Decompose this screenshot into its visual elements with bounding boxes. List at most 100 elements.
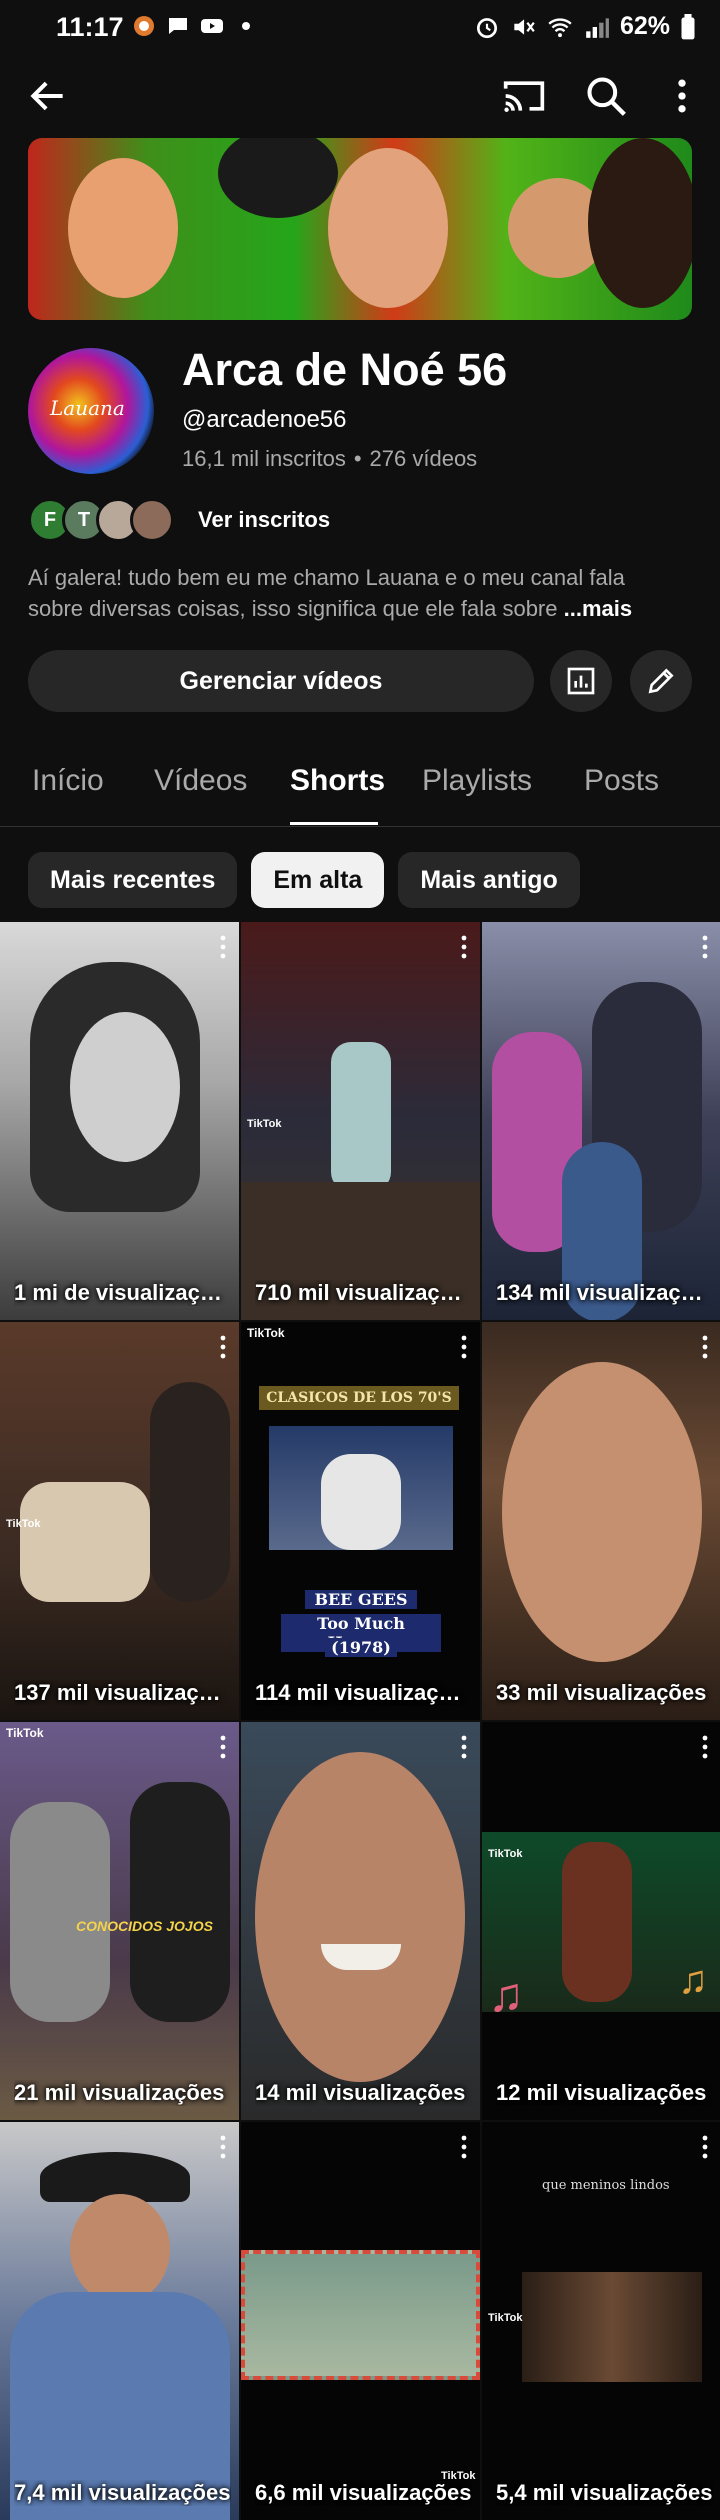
short-more-icon[interactable] [460,2134,468,2160]
short-tile[interactable]: 7,4 mil visualizações [0,2122,239,2520]
tiktok-watermark: TikTok [6,1726,44,1740]
active-tab-indicator [290,822,378,825]
thumbnail-figure [321,1454,401,1550]
tiktok-watermark: TikTok [247,1118,282,1130]
thumbnail-frame [241,2250,480,2380]
short-views: 710 mil visualizações [255,1280,472,1305]
tab-inicio[interactable]: Início [32,764,104,798]
search-icon[interactable] [584,74,628,118]
short-tile[interactable]: que meninos lindos TikTok 5,4 mil visual… [482,2122,720,2520]
overlay-caption: que meninos lindos [542,2178,670,2193]
description-more-link[interactable]: ...mais [564,596,632,621]
tab-videos[interactable]: Vídeos [154,764,247,798]
short-views: 137 mil visualizações [14,1680,231,1705]
thumbnail-frame [522,2272,702,2382]
short-tile[interactable]: TikTok 137 mil visualizações [0,1322,239,1720]
channel-avatar[interactable]: Lauana [28,348,154,474]
banner-face-2 [218,138,338,218]
short-more-icon[interactable] [701,934,709,960]
video-count: 276 vídeos [369,446,478,471]
short-tile[interactable]: TikTok CONOCIDOS JOJOS 21 mil visualizaç… [0,1722,239,2120]
short-more-icon[interactable] [701,1334,709,1360]
short-tile[interactable]: TikTok 710 mil visualizações [241,922,480,1320]
short-views: 6,6 mil visualizações [255,2480,472,2505]
overlay-year: (1978) [325,1638,397,1657]
short-views: 7,4 mil visualizações [14,2480,231,2505]
avatar-logo-text: Lauana [50,396,125,420]
top-app-bar [0,60,720,132]
analytics-icon [567,667,595,695]
see-subscribers-link[interactable]: Ver inscritos [198,507,330,533]
channel-stats: 16,1 mil inscritos • 276 vídeos [182,446,477,472]
tiktok-watermark: TikTok [488,1848,523,1860]
more-vert-icon[interactable] [660,74,704,118]
sort-chips: Mais recentes Em alta Mais antigo [28,852,580,908]
short-tile[interactable]: 134 mil visualizações [482,922,720,1320]
channel-banner [28,138,692,320]
thumbnail-figure [10,1802,110,2022]
battery-icon [681,13,695,39]
edit-button[interactable] [630,650,692,712]
short-more-icon[interactable] [219,934,227,960]
cast-icon[interactable] [502,74,546,118]
channel-tabs: Início Vídeos Shorts Playlists Posts [0,752,720,827]
thumbnail-figure [130,1782,230,2022]
banner-face-1 [68,158,178,298]
channel-description[interactable]: Aí galera! tudo bem eu me chamo Lauana e… [28,562,688,624]
short-views: 134 mil visualizações [496,1280,713,1305]
back-arrow-icon[interactable] [26,74,70,118]
tiktok-watermark: TikTok [6,1518,41,1530]
message-icon [169,18,187,34]
stats-separator: • [353,446,362,471]
shorts-grid: 1 mi de visualizações TikTok 710 mil vis… [0,922,720,2520]
status-time: 11:17 [56,12,124,42]
short-views: 12 mil visualizações [496,2080,707,2105]
short-more-icon[interactable] [219,1734,227,1760]
overlay-band: BEE GEES [305,1590,417,1609]
short-more-icon[interactable] [219,2134,227,2160]
short-views: 33 mil visualizações [496,1680,707,1705]
short-more-icon[interactable] [219,1334,227,1360]
tiktok-watermark: TikTok [247,1326,285,1340]
short-more-icon[interactable] [701,2134,709,2160]
short-views: 14 mil visualizações [255,2080,466,2105]
short-tile[interactable]: 1 mi de visualizações [0,922,239,1320]
short-more-icon[interactable] [460,1334,468,1360]
short-tile[interactable]: TikTok ♫ ♫ 12 mil visualizações [482,1722,720,2120]
pencil-icon [648,668,674,694]
chip-most-recent[interactable]: Mais recentes [28,852,238,908]
description-line-1: Aí galera! tudo bem eu me chamo Lauana e… [28,565,625,590]
subscribers-row[interactable]: F T Ver inscritos [28,498,330,542]
analytics-button[interactable] [550,650,612,712]
tab-shorts[interactable]: Shorts [290,764,385,798]
short-views: 1 mi de visualizações [14,1280,231,1305]
mute-icon [514,18,535,35]
short-tile[interactable]: TikTok CLASICOS DE LOS 70'S BEE GEES Too… [241,1322,480,1720]
channel-name: Arca de Noé 56 [182,344,508,395]
youtube-icon [201,19,223,33]
banner-face-3 [328,148,448,308]
manage-videos-button[interactable]: Gerenciar vídeos [28,650,534,712]
short-tile[interactable]: TikTok 6,6 mil visualizações [241,2122,480,2520]
thumbnail-figure [150,1382,230,1602]
battery-percent: 62% [619,12,670,40]
music-note-icon: ♫ [678,1958,708,2002]
chip-popular[interactable]: Em alta [251,852,385,908]
chip-oldest[interactable]: Mais antigo [398,852,580,908]
tab-posts[interactable]: Posts [584,764,659,798]
notification-icons [132,14,258,38]
short-more-icon[interactable] [460,1734,468,1760]
short-tile[interactable]: 14 mil visualizações [241,1722,480,2120]
app-notification-icon [134,16,154,36]
short-tile[interactable]: 33 mil visualizações [482,1322,720,1720]
thumbnail-figure [331,1042,391,1192]
short-views: 114 mil visualizações [255,1680,472,1705]
wifi-icon [548,17,572,37]
thumbnail-face [502,1362,702,1662]
status-right: 62% [474,12,696,41]
tab-playlists[interactable]: Playlists [422,764,532,798]
thumbnail-face [70,1012,180,1162]
thumbnail-face [255,1752,465,2082]
short-more-icon[interactable] [701,1734,709,1760]
short-more-icon[interactable] [460,934,468,960]
